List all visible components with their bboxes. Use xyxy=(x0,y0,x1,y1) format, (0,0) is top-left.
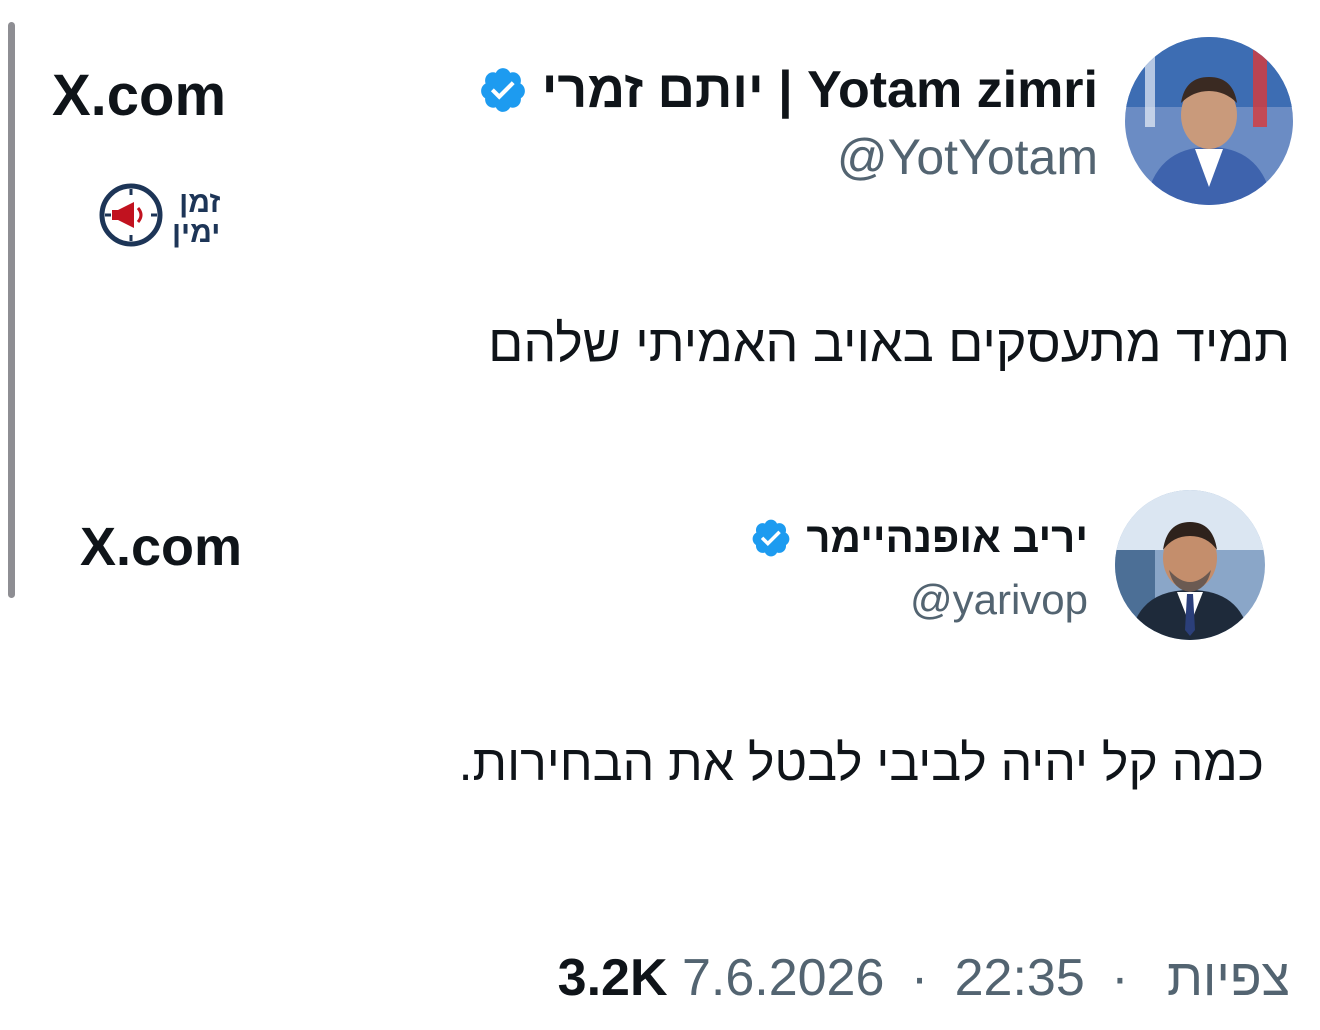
author-handle[interactable]: @YotYotam xyxy=(837,128,1098,186)
avatar-yariv[interactable] xyxy=(1115,490,1265,640)
verified-badge-icon xyxy=(478,65,528,115)
views-label: צפיות xyxy=(1167,949,1290,1007)
avatar-yotam[interactable] xyxy=(1125,37,1293,205)
brand-line-2: ימין xyxy=(172,215,221,249)
quoted-author-handle[interactable]: @yarivop xyxy=(910,576,1088,624)
separator: · xyxy=(910,949,929,1007)
author-name[interactable]: יותם זמרי | Yotam zimri xyxy=(542,60,1098,120)
tweet-date[interactable]: 7.6.2026 xyxy=(682,949,884,1007)
megaphone-clock-icon xyxy=(98,182,164,253)
quoted-source-label: X.com xyxy=(80,517,243,577)
scrollbar[interactable] xyxy=(8,22,15,598)
zman-yamin-logo: זמן ימין xyxy=(98,182,220,253)
views-count: 3.2K xyxy=(557,949,668,1007)
quoted-author-name-row: יריב אופנהיימר xyxy=(750,514,1088,562)
tweet-text: תמיד מתעסקים באויב האמיתי שלהם xyxy=(488,315,1290,373)
quoted-author-name[interactable]: יריב אופנהיימר xyxy=(806,514,1088,562)
quoted-tweet-text: כמה קל יהיה לביבי לבטל את הבחירות. xyxy=(458,735,1264,791)
verified-badge-icon xyxy=(750,517,792,559)
author-name-row: יותם זמרי | Yotam zimri xyxy=(478,60,1098,120)
tweet-time[interactable]: 22:35 xyxy=(955,949,1085,1007)
source-label: X.com xyxy=(52,63,227,128)
brand-line-1: זמן xyxy=(179,185,221,219)
tweet-meta: 3.2K צפיות · 22:35 · 7.6.2026 xyxy=(558,948,1290,1008)
separator: · xyxy=(1111,949,1129,1007)
